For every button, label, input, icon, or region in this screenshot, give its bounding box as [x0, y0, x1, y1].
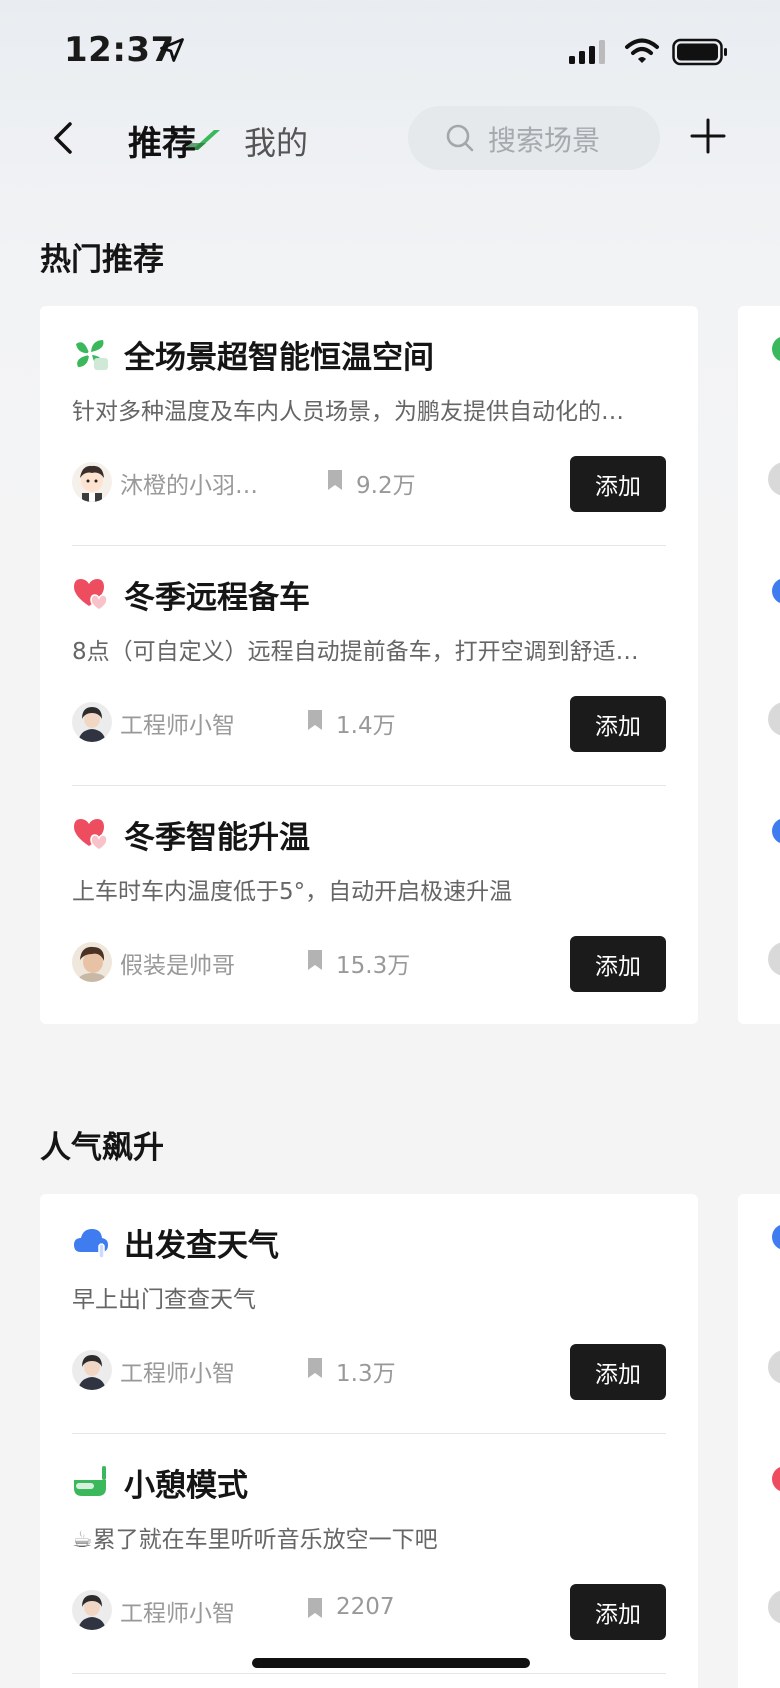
- scene-title: 出发查天气: [124, 1228, 279, 1264]
- scene-description: 早上出门查查天气: [72, 1287, 256, 1313]
- author-name: 工程师小智: [120, 713, 235, 739]
- author-name: 沐橙的小羽…: [120, 473, 258, 499]
- add-button[interactable]: 添加: [570, 936, 666, 992]
- scene-title: 小憩模式: [124, 1468, 248, 1504]
- scene-card-hot: 全场景超智能恒温空间 针对多种温度及车内人员场景，为鹏友提供自动化的… 沐橙的小…: [40, 306, 698, 1024]
- scene-card-rising: 出发查天气 早上出门查查天气 工程师小智 1.3万 添加 小憩模式 ☕累了就在车…: [40, 1194, 698, 1688]
- scene-description: 上车时车内温度低于5°，自动开启极速升温: [72, 879, 513, 905]
- scene-item[interactable]: 冬季智能升温 上车时车内温度低于5°，自动开启极速升温 假装是帅哥 15.3万 …: [40, 786, 698, 1026]
- home-indicator[interactable]: [252, 1658, 530, 1668]
- bookmark-count: 1.3万: [336, 1361, 396, 1387]
- scene-card-peek[interactable]: [738, 306, 780, 1024]
- bookmark-icon: [308, 1358, 322, 1378]
- bookmark-count: 9.2万: [356, 473, 416, 499]
- chat-icon: [772, 1224, 780, 1250]
- heart-icon: [74, 579, 108, 611]
- add-button[interactable]: 添加: [570, 456, 666, 512]
- section-title-rising: 人气飙升: [40, 1130, 164, 1166]
- author-name: 工程师小智: [120, 1361, 235, 1387]
- bathtub-icon: [74, 1466, 106, 1496]
- bookmark-count: 15.3万: [336, 953, 411, 979]
- fan-icon: [76, 340, 108, 370]
- bookmark-count: 1.4万: [336, 713, 396, 739]
- author-avatar: [72, 1350, 112, 1390]
- scene-title: 冬季智能升温: [124, 820, 310, 856]
- scene-description: ☕累了就在车里听听音乐放空一下吧: [72, 1527, 438, 1553]
- car-icon: [772, 818, 780, 844]
- tab-recommend[interactable]: 推荐: [128, 116, 196, 165]
- scene-title: 全场景超智能恒温空间: [124, 340, 434, 376]
- scene-item[interactable]: 全场景超智能恒温空间 针对多种温度及车内人员场景，为鹏友提供自动化的… 沐橙的小…: [40, 306, 698, 546]
- add-button[interactable]: 添加: [570, 1584, 666, 1640]
- author-avatar: [768, 942, 780, 976]
- author-avatar: [768, 702, 780, 736]
- scene-description: 针对多种温度及车内人员场景，为鹏友提供自动化的…: [72, 399, 624, 425]
- bookmark-icon: [328, 470, 342, 490]
- scene-card-peek[interactable]: [738, 1194, 780, 1688]
- bookmark-count: 2207: [336, 1594, 395, 1620]
- author-avatar: [72, 462, 112, 502]
- author-avatar: [72, 702, 112, 742]
- scene-item[interactable]: 出发查天气 早上出门查查天气 工程师小智 1.3万 添加: [40, 1194, 698, 1434]
- author-avatar: [72, 1590, 112, 1630]
- search-icon: [446, 124, 474, 152]
- heart-icon: [772, 1466, 780, 1492]
- search-input[interactable]: 搜索场景: [408, 106, 660, 170]
- add-scene-icon[interactable]: [690, 118, 726, 154]
- bookmark-icon: [308, 1598, 322, 1618]
- author-name: 假装是帅哥: [120, 953, 235, 979]
- scene-description: 8点（可自定义）远程自动提前备车，打开空调到舒适…: [72, 639, 639, 665]
- author-avatar: [768, 462, 780, 496]
- bookmark-icon: [308, 950, 322, 970]
- battery-icon: [672, 38, 727, 66]
- back-arrow-icon[interactable]: [44, 116, 84, 160]
- wifi-icon: [625, 38, 659, 63]
- scene-item[interactable]: 小憩模式 ☕累了就在车里听听音乐放空一下吧 工程师小智 2207 添加: [40, 1434, 698, 1674]
- author-avatar: [768, 1350, 780, 1384]
- author-avatar: [768, 1590, 780, 1624]
- tab-mine[interactable]: 我的: [244, 118, 308, 164]
- top-nav: 推荐 我的 搜索场景: [0, 100, 780, 180]
- scene-item[interactable]: 冬季远程备车 8点（可自定义）远程自动提前备车，打开空调到舒适… 工程师小智 1…: [40, 546, 698, 786]
- bookmark-icon: [308, 710, 322, 730]
- cellular-signal-icon: [569, 40, 605, 64]
- status-bar: 12:37: [0, 0, 780, 100]
- cloud-icon: [74, 1229, 108, 1259]
- location-arrow-icon: [160, 38, 184, 62]
- heart-icon: [74, 819, 108, 851]
- add-button[interactable]: 添加: [570, 1344, 666, 1400]
- author-name: 工程师小智: [120, 1601, 235, 1627]
- scene-title: 冬季远程备车: [124, 580, 310, 616]
- divider: [72, 1673, 666, 1674]
- cloud-icon: [772, 578, 780, 604]
- author-avatar: [72, 942, 112, 982]
- add-button[interactable]: 添加: [570, 696, 666, 752]
- search-placeholder: 搜索场景: [488, 124, 601, 157]
- section-title-hot: 热门推荐: [40, 242, 164, 278]
- fan-icon: [772, 336, 780, 362]
